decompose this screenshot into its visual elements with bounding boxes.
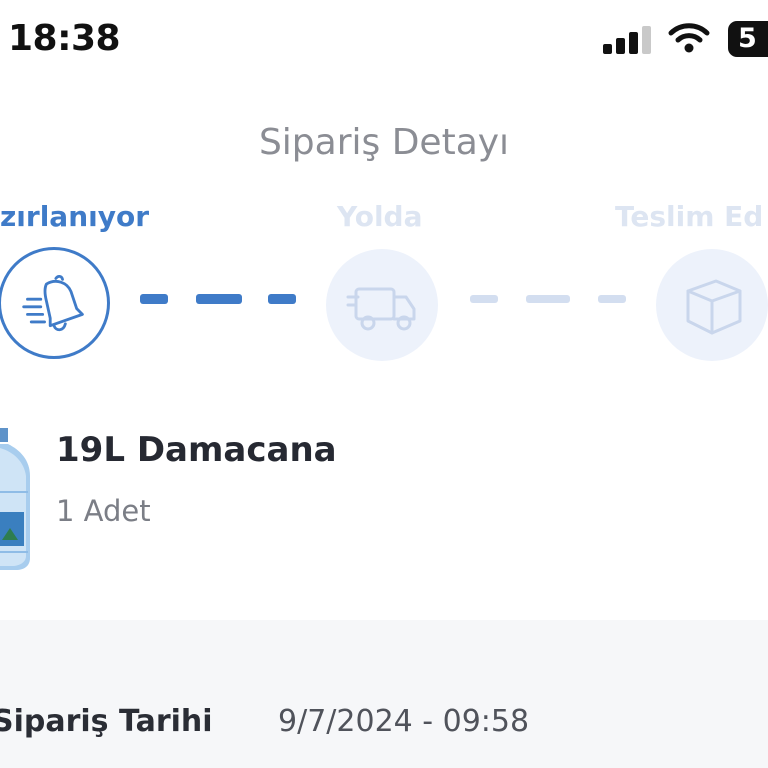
step-label-preparing: zırlanıyor <box>0 200 150 233</box>
progress-dash <box>526 295 570 303</box>
product-name: 19L Damacana <box>56 430 337 470</box>
step-label-on-the-way: Yolda <box>337 200 423 233</box>
order-date-value: 9/7/2024 - 09:58 <box>278 704 530 739</box>
step-preparing <box>0 247 110 359</box>
progress-dash <box>268 294 296 304</box>
status-time: 18:38 <box>8 18 121 59</box>
truck-icon <box>346 287 416 331</box>
signal-icon <box>603 24 653 54</box>
bell-icon <box>22 274 84 332</box>
wifi-icon <box>668 23 710 53</box>
step-label-delivered: Teslim Ed <box>615 200 764 233</box>
package-icon <box>686 279 742 335</box>
progress-dash <box>598 295 626 303</box>
water-bottle-icon <box>0 428 30 570</box>
product-quantity: 1 Adet <box>56 494 151 528</box>
status-bar: 18:38 5 <box>0 0 768 80</box>
order-date-label: Sipariş Tarihi <box>0 704 213 739</box>
order-info-section: Sipariş Tarihi 9/7/2024 - 09:58 <box>0 620 768 768</box>
battery-icon: 5 <box>728 21 768 57</box>
progress-dash <box>196 294 242 304</box>
step-delivered <box>656 249 768 361</box>
progress-dash <box>470 295 498 303</box>
progress-dash <box>140 294 168 304</box>
battery-level: 5 <box>738 23 757 54</box>
step-on-the-way <box>326 249 438 361</box>
page-title: Sipariş Detayı <box>258 122 510 163</box>
